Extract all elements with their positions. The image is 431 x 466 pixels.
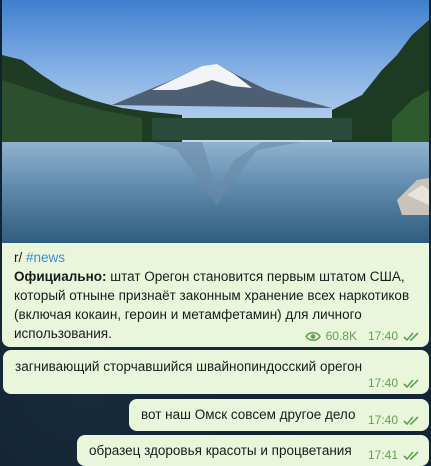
message-text: образец здоровья красоты и процветания <box>89 443 352 458</box>
message-time: 17:40 <box>367 413 398 427</box>
hashtag-link[interactable]: #news <box>26 250 65 265</box>
message-bubble[interactable]: образец здоровья красоты и процветания 1… <box>77 435 429 466</box>
post-text-line-1: штат Орегон становится первым штатом США… <box>106 269 405 284</box>
post-time: 17:40 <box>367 329 398 343</box>
double-check-icon <box>403 450 419 460</box>
post-bold-lead: Официально: <box>14 269 107 284</box>
message-meta: 17:40 <box>368 413 421 427</box>
channel-post[interactable]: r/ #news Официально: штат Орегон станови… <box>2 0 429 347</box>
post-meta: 60.8K 17:40 <box>304 329 421 343</box>
eye-icon <box>304 331 321 341</box>
post-tag-line: r/ #news <box>14 248 419 267</box>
message-meta: 17:40 <box>368 376 421 390</box>
message-bubble[interactable]: загнивающий сторчавшийся швайнопиндосски… <box>3 350 429 394</box>
message-time: 17:40 <box>367 376 398 390</box>
double-check-icon <box>403 331 419 341</box>
message-text: вот наш Омск совсем другое дело <box>141 407 356 422</box>
message-text: загнивающий сторчавшийся швайнопиндосски… <box>15 359 363 374</box>
double-check-icon <box>403 378 419 388</box>
post-text-line-3: (включая кокаин, героин и метамфетамин) … <box>14 307 362 322</box>
message-time: 17:41 <box>367 448 398 462</box>
views-count: 60.8K <box>325 329 357 343</box>
post-photo[interactable] <box>2 0 429 243</box>
message-bubble[interactable]: вот наш Омск совсем другое дело 17:40 <box>129 399 429 431</box>
message-meta: 17:41 <box>368 448 421 462</box>
post-prefix: r/ <box>14 250 23 265</box>
double-check-icon <box>403 415 419 425</box>
post-text-line-2: который отныне признаёт законным хранени… <box>14 288 410 303</box>
post-text-line-4: использования. <box>14 326 112 341</box>
